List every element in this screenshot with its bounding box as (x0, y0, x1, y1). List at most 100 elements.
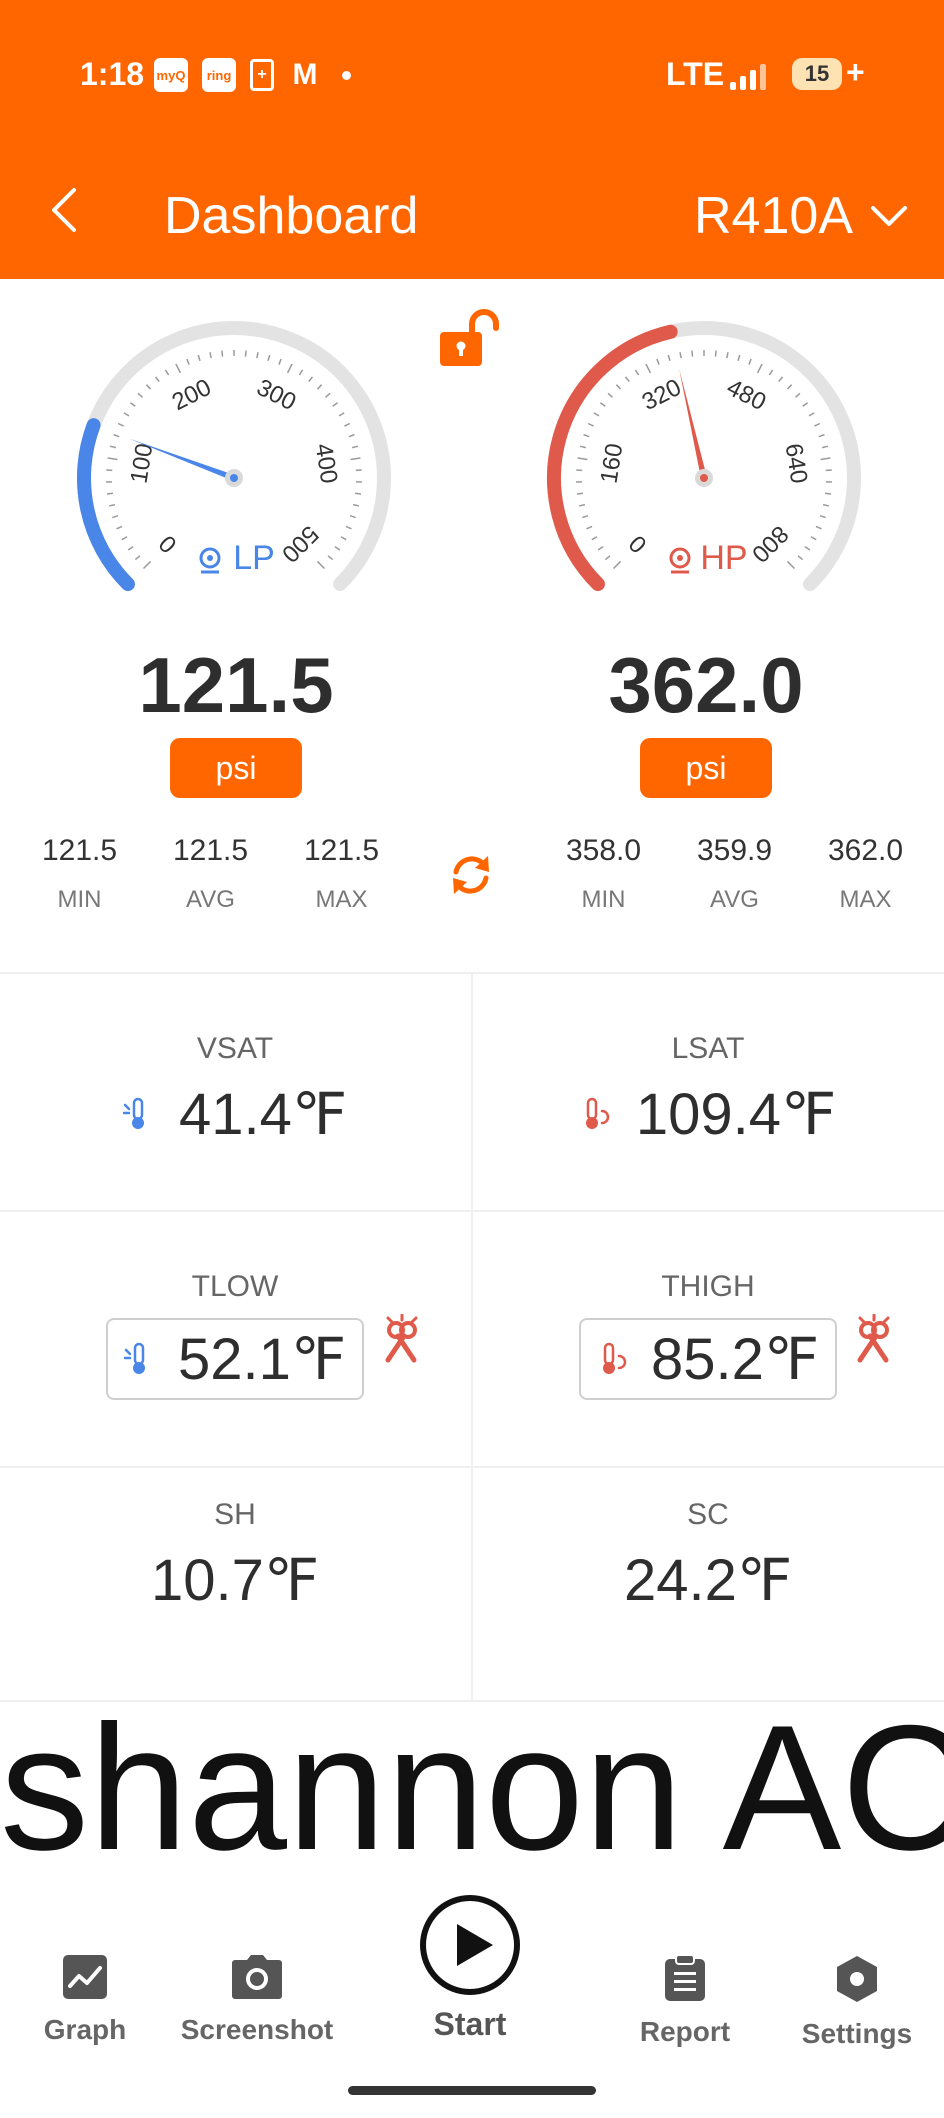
nav-graph-label: Graph (43, 2014, 127, 2045)
tlow-label: TLOW (191, 1270, 279, 1303)
reset-stats-icon[interactable] (446, 850, 496, 905)
sc-value: 24.2℉ (623, 1548, 793, 1613)
lp-gauge-tick (112, 514, 119, 519)
lp-gauge-tick (116, 525, 123, 530)
lp-avg-value: 121.5 (172, 834, 249, 867)
hp-gauge-tick (593, 412, 600, 417)
hp-gauge-tick (597, 545, 604, 551)
nav-screenshot[interactable]: Screenshot (172, 1954, 342, 2046)
hp-sensor-label: HP (669, 539, 748, 577)
hp-gauge-tick (586, 525, 593, 530)
play-icon (420, 1895, 520, 1995)
thigh-label: THIGH (661, 1270, 755, 1303)
lp-reading: 121.5 (138, 641, 334, 729)
hp-unit-button[interactable]: psi (640, 738, 772, 798)
clamp-disconnected-icon[interactable] (850, 1313, 896, 1371)
battery-indicator: 15 (792, 58, 842, 90)
home-indicator (348, 2086, 596, 2095)
lp-gauge-tick (121, 536, 128, 541)
lp-gauge-tick (316, 384, 323, 390)
hp-gauge: 0 160 320 480 640 800HP (547, 321, 861, 592)
battery-saver-icon: + (250, 59, 274, 91)
hp-gauge-tick (824, 492, 832, 495)
hp-gauge-tick-label: 320 (638, 374, 686, 416)
thermometer-hot-icon (602, 1342, 627, 1374)
lp-gauge-tick (244, 350, 247, 357)
lp-gauge-tick (298, 369, 304, 376)
lp-gauge-tick (350, 457, 361, 461)
lp-gauge-tick (117, 422, 124, 427)
status-time: 1:18 (80, 56, 145, 92)
hp-gauge-tick (797, 555, 804, 561)
clamp-disconnected-icon[interactable] (378, 1313, 424, 1371)
sh-label: SH (214, 1498, 256, 1531)
lp-stats: 121.5 MIN 121.5 AVG 121.5 MAX (14, 834, 407, 914)
nav-settings[interactable]: Settings (772, 1954, 942, 2050)
camera-icon (232, 1955, 282, 1999)
hp-gauge-tick (786, 384, 793, 390)
lp-gauge-tick (286, 363, 293, 374)
lp-gauge-fill (77, 418, 135, 592)
lp-gauge-tick (134, 555, 141, 561)
hp-min: 358.0 MIN (538, 834, 669, 914)
hp-gauge-tick (808, 412, 815, 417)
nav-report[interactable]: Report (600, 1954, 770, 2048)
hp-gauge-tick (714, 350, 717, 357)
hp-gauge-tick (645, 363, 652, 374)
back-button[interactable] (44, 180, 84, 240)
lp-gauge-tick (186, 358, 190, 365)
lp-gauge-tick-label: 500 (276, 520, 323, 567)
hp-gauge-tick (821, 445, 829, 449)
hp-sensor-icon-dot (677, 555, 683, 561)
hp-gauge-tick (768, 369, 774, 376)
hp-gauge-tick (795, 392, 801, 398)
thigh-input[interactable]: 85.2℉ (579, 1318, 837, 1400)
lp-gauge-tick (109, 445, 117, 449)
start-button[interactable]: Start (390, 1894, 550, 2043)
lp-gauge-tick (278, 358, 282, 365)
hp-gauge-tick (667, 354, 671, 362)
hp-gauge-tick (624, 376, 630, 383)
lp-gauge-tick (108, 503, 116, 507)
lp-min: 121.5 MIN (14, 834, 145, 914)
hp-gauge-tick (578, 503, 586, 507)
lp-unit-button[interactable]: psi (170, 738, 302, 798)
hp-gauge-tick (691, 350, 694, 357)
lp-gauge-tick-label: 400 (310, 442, 343, 486)
max-label: MAX (315, 886, 368, 913)
hp-gauge-tick (615, 384, 622, 390)
lp-gauge-tick (354, 492, 362, 495)
hp-gauge-tick (607, 392, 613, 398)
nav-graph[interactable]: Graph (0, 1954, 170, 2046)
hp-gauge-tick (815, 525, 822, 530)
hp-gauge-tick (804, 545, 811, 551)
avg-label: AVG (186, 886, 235, 913)
hp-gauge-tick-label: 480 (722, 374, 770, 416)
sc-cell: SC 24.2℉ (473, 1498, 943, 1614)
min-label: MIN (581, 886, 626, 913)
hp-gauge-needle (679, 368, 707, 479)
refrigerant-selector[interactable]: R410A (694, 186, 909, 246)
hp-gauge-tick (679, 352, 682, 359)
lsat-value: 109.4℉ (635, 1082, 837, 1147)
lp-gauge-tick (345, 525, 352, 530)
more-notifications-dot (342, 70, 351, 80)
hp-stats: 358.0 MIN 359.9 AVG 362.0 MAX (538, 834, 931, 914)
hp-gauge-hub-dot (700, 474, 708, 482)
vsat-value: 41.4℉ (178, 1082, 348, 1147)
chevron-left-icon (52, 188, 76, 232)
lock-open-icon[interactable] (436, 306, 502, 377)
sh-value: 10.7℉ (150, 1548, 320, 1613)
signal-icon (730, 62, 766, 90)
nav-start-label: Start (433, 2006, 507, 2042)
lp-gauge-tick (351, 445, 359, 449)
settings-hex-icon (837, 1956, 877, 2002)
ring-icon: ring (202, 58, 236, 92)
tlow-input[interactable]: 52.1℉ (106, 1318, 364, 1400)
chevron-down-icon (871, 206, 907, 226)
notification-icons: myQ ring + M (154, 58, 351, 92)
hp-gauge-tick (656, 358, 660, 365)
lp-gauge-tick (127, 545, 134, 551)
nav-report-label: Report (639, 2016, 731, 2047)
hp-gauge-tick (600, 402, 606, 407)
